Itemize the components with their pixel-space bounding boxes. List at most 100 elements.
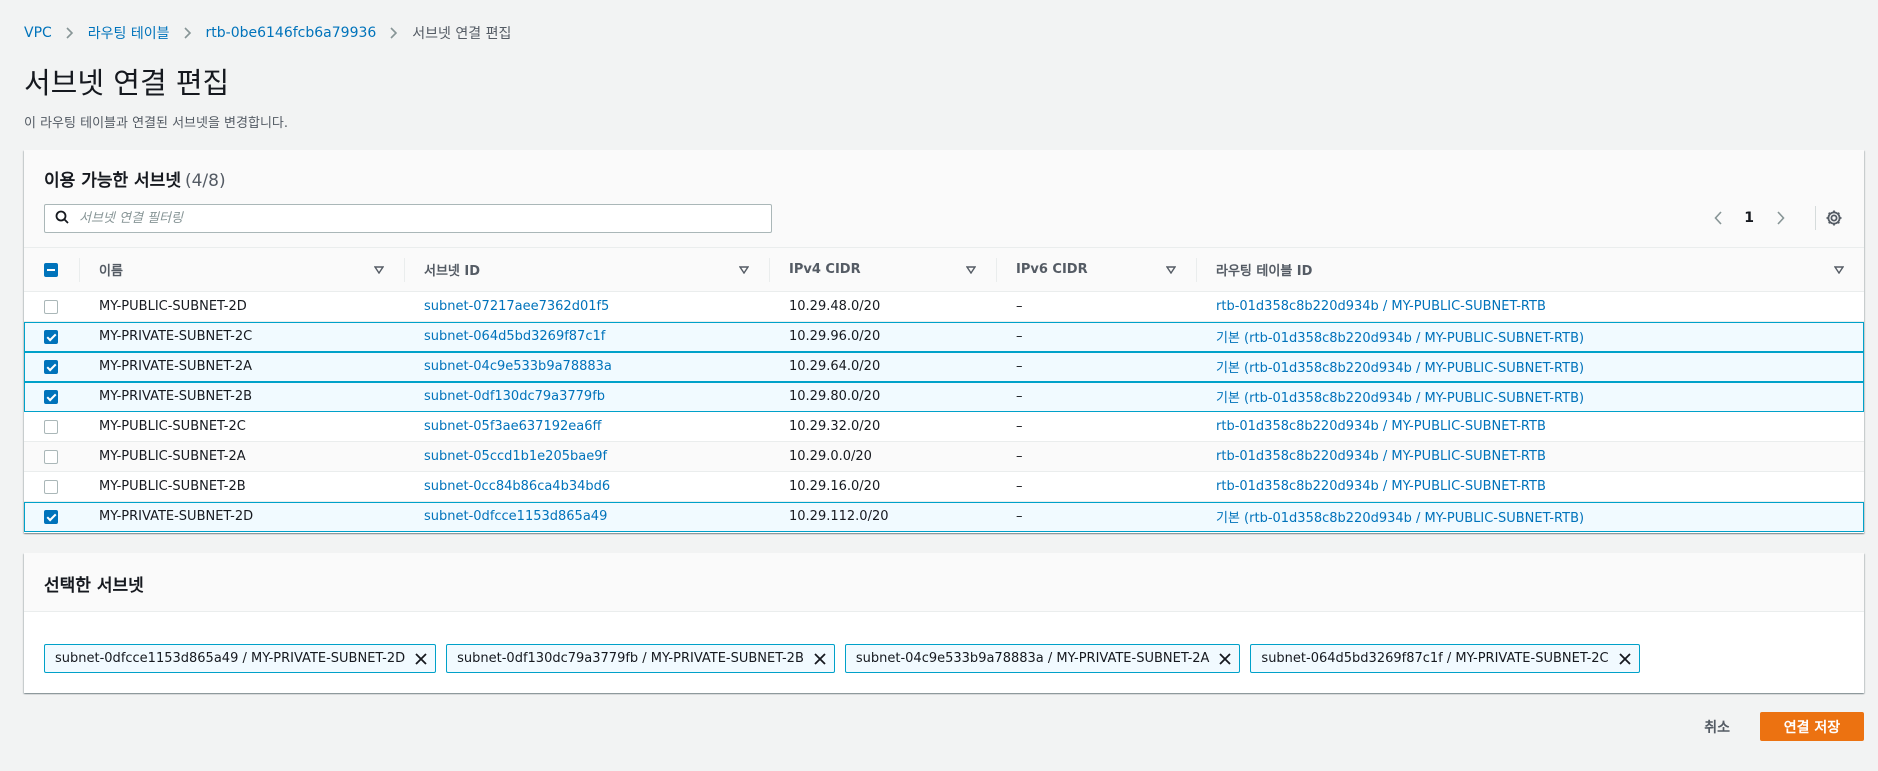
prev-page-button[interactable] [1706,206,1730,230]
table-row[interactable]: MY-PRIVATE-SUBNET-2C subnet-064d5bd3269f8… [24,321,1864,352]
table-row[interactable]: MY-PUBLIC-SUBNET-2B subnet-0cc84b86ca4b34… [24,471,1864,502]
selected-subnets-panel: 선택한 서브넷 subnet-0dfcce1153d865a49 / MY-PR… [24,553,1864,693]
row-select-cell [24,472,79,502]
row-select-cell [24,292,79,322]
column-label: 서브넷 ID [424,264,481,279]
column-label: 라우팅 테이블 ID [1216,264,1313,279]
route-table-link[interactable]: 기본 (rtb-01d358c8b220d934b / MY-PUBLIC-SU… [1196,502,1864,532]
token-label: subnet-0dfcce1153d865a49 / MY-PRIVATE-SU… [55,651,406,666]
column-header-ipv4-cidr[interactable]: IPv4 CIDR [769,247,996,292]
column-header-subnet-id[interactable]: 서브넷 ID [404,247,769,292]
remove-token-button[interactable] [814,652,826,665]
subnet-name: MY-PRIVATE-SUBNET-2C [99,329,253,344]
subnet-id-link[interactable]: subnet-04c9e533b9a78883a [404,352,769,382]
available-subnets-title: 이용 가능한 서브넷 (4/8) [44,166,226,191]
row-checkbox[interactable] [44,329,58,344]
token-label: subnet-0df130dc79a3779fb / MY-PRIVATE-SU… [457,651,804,666]
cancel-button[interactable]: 취소 [1704,717,1730,737]
table-row[interactable]: MY-PUBLIC-SUBNET-2A subnet-05ccd1b1e205ba… [24,441,1864,472]
subnet-id-link[interactable]: subnet-064d5bd3269f87c1f [404,322,769,352]
table-row[interactable]: MY-PRIVATE-SUBNET-2A subnet-04c9e533b9a78… [24,351,1864,382]
row-checkbox[interactable] [44,509,58,524]
ipv4-cidr: 10.29.112.0/20 [789,509,889,524]
row-checkbox[interactable] [44,449,58,464]
chevron-right-icon [390,27,398,39]
route-table-link[interactable]: 기본 (rtb-01d358c8b220d934b / MY-PUBLIC-SU… [1196,382,1864,412]
subnet-name: MY-PRIVATE-SUBNET-2B [99,389,253,404]
breadcrumb-route-tables[interactable]: 라우팅 테이블 [88,23,170,43]
subnet-filter-input[interactable] [79,211,759,226]
available-subnets-title-text: 이용 가능한 서브넷 [44,171,181,191]
row-select-cell [24,442,79,472]
page-number[interactable]: 1 [1744,210,1754,226]
pagination: 1 [1706,206,1792,230]
column-label: IPv6 CIDR [1016,262,1088,277]
remove-token-button[interactable] [415,652,427,665]
route-table-link[interactable]: rtb-01d358c8b220d934b / MY-PUBLIC-SUBNET… [1196,442,1864,472]
ipv4-cidr: 10.29.48.0/20 [789,299,881,314]
close-icon [415,652,427,665]
selected-subnet-token: subnet-064d5bd3269f87c1f / MY-PRIVATE-SU… [1250,644,1640,673]
breadcrumb-vpc[interactable]: VPC [24,25,52,41]
row-checkbox[interactable] [44,479,58,494]
close-icon [814,652,826,665]
selected-subnet-tokens: subnet-0dfcce1153d865a49 / MY-PRIVATE-SU… [44,644,1640,673]
filter-box[interactable] [44,204,772,233]
row-checkbox[interactable] [44,359,58,374]
caret-down-icon [966,265,976,274]
row-checkbox[interactable] [44,299,58,314]
close-icon [1618,652,1631,665]
table-row[interactable]: MY-PUBLIC-SUBNET-2D subnet-07217aee7362d0… [24,291,1864,322]
caret-down-icon [1166,265,1176,274]
breadcrumb: VPC 라우팅 테이블 rtb-0be6146fcb6a79936 서브넷 연결… [24,22,511,44]
ipv6-cidr: – [1016,419,1023,434]
subnet-id-link[interactable]: subnet-0dfcce1153d865a49 [404,502,769,532]
selected-subnets-title: 선택한 서브넷 [44,576,144,596]
subnet-id-link[interactable]: subnet-05ccd1b1e205bae9f [404,442,769,472]
row-checkbox[interactable] [44,419,58,434]
table-row[interactable]: MY-PRIVATE-SUBNET-2D subnet-0dfcce1153d86… [24,501,1864,532]
subnet-id-link[interactable]: subnet-0cc84b86ca4b34bd6 [404,472,769,502]
ipv4-cidr: 10.29.32.0/20 [789,419,881,434]
chevron-right-icon [1776,211,1785,225]
row-checkbox[interactable] [44,389,58,404]
breadcrumb-current: 서브넷 연결 편집 [412,26,512,42]
table-header-row: 이름 서브넷 ID IPv4 CIDR IPv6 CIDR 라우팅 테이블 ID [24,247,1864,292]
caret-down-icon [374,265,384,274]
selected-subnet-token: subnet-0dfcce1153d865a49 / MY-PRIVATE-SU… [44,644,437,673]
remove-token-button[interactable] [1618,652,1631,665]
ipv4-cidr: 10.29.16.0/20 [789,479,881,494]
breadcrumb-route-table-id[interactable]: rtb-0be6146fcb6a79936 [206,25,377,41]
route-table-link[interactable]: rtb-01d358c8b220d934b / MY-PUBLIC-SUBNET… [1196,292,1864,322]
subnets-table-wrap: 이름 서브넷 ID IPv4 CIDR IPv6 CIDR 라우팅 테이블 ID… [24,247,1864,532]
save-associations-button[interactable]: 연결 저장 [1760,712,1864,741]
close-icon [1219,652,1232,665]
row-select-cell [24,502,79,532]
select-all-checkbox[interactable] [44,262,58,277]
column-header-ipv6-cidr[interactable]: IPv6 CIDR [996,247,1196,292]
table-settings-button[interactable] [1822,206,1846,230]
route-table-link[interactable]: 기본 (rtb-01d358c8b220d934b / MY-PUBLIC-SU… [1196,322,1864,352]
column-header-name[interactable]: 이름 [79,247,404,292]
route-table-link[interactable]: rtb-01d358c8b220d934b / MY-PUBLIC-SUBNET… [1196,412,1864,442]
next-page-button[interactable] [1768,206,1792,230]
selected-subnet-token: subnet-04c9e533b9a78883a / MY-PRIVATE-SU… [844,644,1241,673]
table-row[interactable]: MY-PUBLIC-SUBNET-2C subnet-05f3ae637192ea… [24,411,1864,442]
subnet-name: MY-PRIVATE-SUBNET-2D [99,509,254,524]
route-table-link[interactable]: rtb-01d358c8b220d934b / MY-PUBLIC-SUBNET… [1196,472,1864,502]
column-header-route-table-id[interactable]: 라우팅 테이블 ID [1196,247,1864,292]
subnets-table-body: MY-PUBLIC-SUBNET-2D subnet-07217aee7362d0… [24,291,1864,532]
table-row[interactable]: MY-PRIVATE-SUBNET-2B subnet-0df130dc79a37… [24,381,1864,412]
remove-token-button[interactable] [1219,652,1232,665]
subnet-id-link[interactable]: subnet-07217aee7362d01f5 [404,292,769,322]
ipv4-cidr: 10.29.80.0/20 [789,389,881,404]
route-table-link[interactable]: 기본 (rtb-01d358c8b220d934b / MY-PUBLIC-SU… [1196,352,1864,382]
subnet-id-link[interactable]: subnet-05f3ae637192ea6ff [404,412,769,442]
caret-down-icon [739,265,749,274]
subnet-id-link[interactable]: subnet-0df130dc79a3779fb [404,382,769,412]
chevron-left-icon [1714,211,1722,225]
row-select-cell [24,412,79,442]
caret-down-icon [1834,265,1844,274]
selection-count: (4/8) [184,171,226,191]
selected-subnets-header: 선택한 서브넷 [24,553,1864,612]
